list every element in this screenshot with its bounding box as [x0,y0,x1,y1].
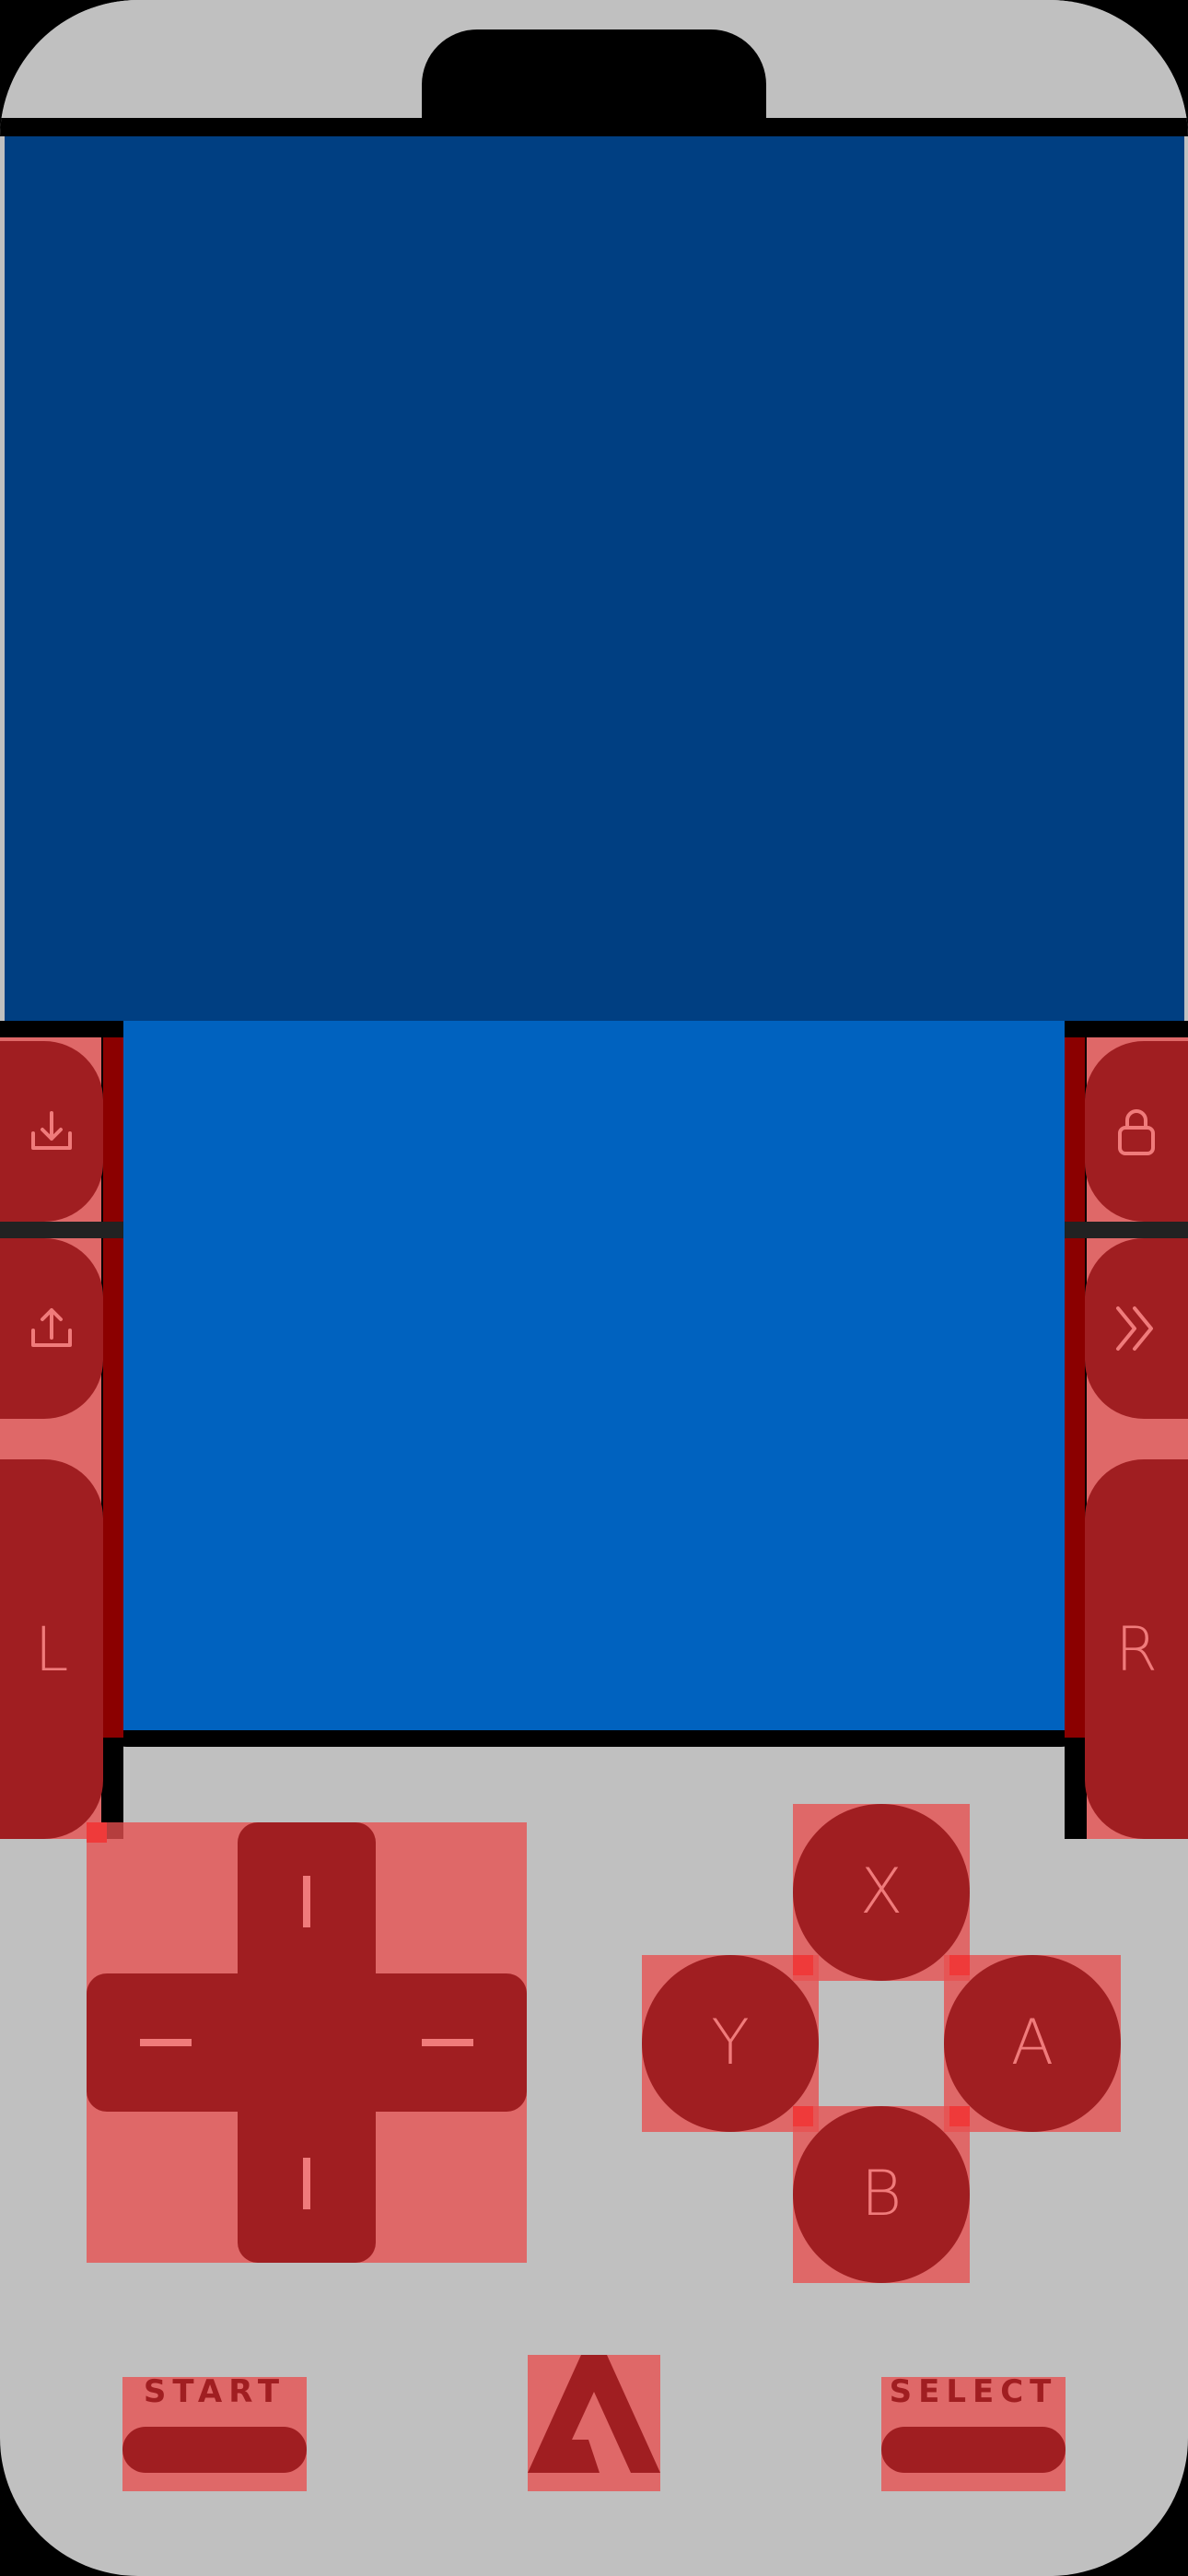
notch [422,29,766,149]
bottom-touch-screen[interactable] [123,1021,1065,1730]
left-button-divider [0,1222,123,1238]
bottom-screen-edge [123,1730,1065,1747]
face-center [819,1981,944,2106]
menu-logo-button[interactable] [528,2355,660,2491]
notch-shoulder-right [766,0,1188,118]
notch-shoulder-left [0,0,422,118]
face-corner-marker [949,2106,970,2126]
start-button[interactable] [122,2427,307,2473]
download-tray-icon [31,1111,72,1150]
y-button[interactable]: Y [642,1955,819,2132]
a-button-label: A [1010,2007,1054,2079]
menu-button[interactable] [1085,1041,1188,1222]
l-shoulder-label: L [34,1613,69,1685]
select-label: SELECT [889,2373,1058,2410]
left-inner-band [103,1037,123,1738]
face-corner-marker [949,1955,970,1975]
dpad-right-mark[interactable] [422,2039,473,2046]
top-screen[interactable] [5,136,1184,1021]
y-button-label: Y [711,2007,750,2079]
fast-forward-button[interactable] [1085,1238,1188,1419]
controller-body: L R X Y A B START SELECT [0,0,1188,2576]
b-button[interactable]: B [793,2106,970,2283]
l-shoulder-button[interactable]: L [0,1459,103,1839]
r-shoulder-button[interactable]: R [1085,1459,1188,1839]
left-top-edge [0,1021,123,1037]
dpad-up-mark[interactable] [303,1876,310,1927]
face-corner-marker [793,2106,813,2126]
save-state-button[interactable] [0,1041,103,1222]
a-logo-icon [528,2355,660,2473]
upload-tray-icon [31,1308,72,1347]
load-state-button[interactable] [0,1238,103,1419]
select-button[interactable] [881,2427,1066,2473]
dpad-down-mark[interactable] [303,2158,310,2209]
right-inner-band [1065,1037,1085,1738]
start-label: START [143,2373,286,2410]
lock-icon [1118,1109,1155,1155]
right-button-divider [1065,1222,1188,1238]
x-button-label: X [859,1856,903,1928]
x-button[interactable]: X [793,1804,970,1981]
face-corner-marker [793,1955,813,1975]
device-frame: L R X Y A B START SELECT [0,0,1188,2576]
b-button-label: B [860,2158,903,2231]
dpad-corner-marker [87,1822,107,1843]
a-button[interactable]: A [944,1955,1121,2132]
double-chevron-right-icon [1116,1306,1153,1351]
dpad-left-mark[interactable] [140,2039,192,2046]
r-shoulder-label: R [1115,1613,1158,1685]
right-top-edge [1065,1021,1188,1037]
